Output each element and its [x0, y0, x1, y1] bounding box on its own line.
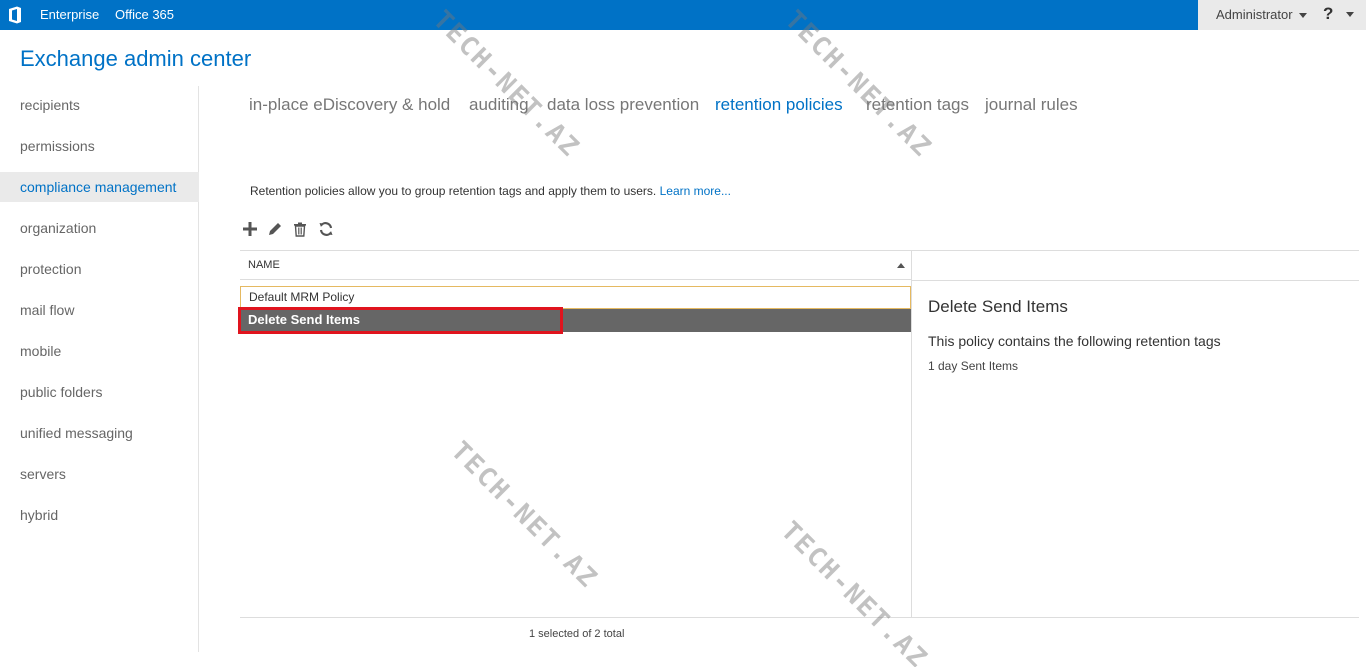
tab-journal-rules[interactable]: journal rules	[985, 95, 1078, 115]
nav-item-protection[interactable]: protection	[0, 254, 199, 284]
details-header	[911, 250, 1359, 281]
details-title: Delete Send Items	[928, 297, 1068, 316]
user-menu[interactable]: Administrator	[1216, 7, 1307, 22]
nav-item-recipients[interactable]: recipients	[0, 90, 199, 120]
footer-divider	[240, 617, 1359, 618]
pane-divider	[911, 250, 912, 617]
tab-retention-policies[interactable]: retention policies	[715, 95, 843, 115]
selection-status: 1 selected of 2 total	[529, 628, 625, 640]
enterprise-link[interactable]: Enterprise	[40, 7, 99, 22]
nav-item-public-folders[interactable]: public folders	[0, 377, 199, 407]
list-item[interactable]: Default MRM Policy	[240, 286, 911, 309]
details-retention-tag: 1 day Sent Items	[928, 359, 1019, 373]
nav-item-hybrid[interactable]: hybrid	[0, 500, 199, 530]
description-text: Retention policies allow you to group re…	[250, 184, 657, 198]
chevron-down-icon	[1298, 13, 1307, 19]
nav-item-servers[interactable]: servers	[0, 459, 199, 489]
nav-item-unified-messaging[interactable]: unified messaging	[0, 418, 199, 448]
nav-item-mail-flow[interactable]: mail flow	[0, 295, 199, 325]
help-icon[interactable]: ?	[1323, 4, 1333, 24]
page-description: Retention policies allow you to group re…	[250, 184, 731, 198]
watermark: TECH-NET.AZ	[774, 516, 934, 667]
nav-item-organization[interactable]: organization	[0, 213, 199, 243]
watermark: TECH-NET.AZ	[444, 436, 604, 595]
tab-data-loss-prevention[interactable]: data loss prevention	[547, 95, 699, 115]
sort-ascending-icon[interactable]	[897, 263, 905, 268]
tab-in-place-ediscovery[interactable]: in-place eDiscovery & hold	[249, 95, 450, 115]
nav-item-mobile[interactable]: mobile	[0, 336, 199, 366]
left-nav: recipients permissions compliance manage…	[0, 86, 199, 652]
nav-item-permissions[interactable]: permissions	[0, 131, 199, 161]
nav-item-compliance-management[interactable]: compliance management	[0, 172, 199, 202]
user-name: Administrator	[1216, 7, 1293, 22]
list-header[interactable]: NAME	[240, 250, 911, 280]
details-subtitle: This policy contains the following reten…	[928, 333, 1221, 349]
office-logo-icon[interactable]	[6, 6, 24, 24]
learn-more-link[interactable]: Learn more...	[660, 184, 731, 198]
top-bar: Enterprise Office 365 Administrator ?	[0, 0, 1366, 30]
column-header-name[interactable]: NAME	[248, 259, 280, 271]
add-icon[interactable]	[241, 220, 259, 238]
office365-link[interactable]: Office 365	[115, 7, 174, 22]
chevron-down-icon[interactable]	[1346, 12, 1354, 17]
app-title: Exchange admin center	[20, 46, 252, 71]
edit-icon[interactable]	[266, 220, 284, 238]
delete-icon[interactable]	[291, 220, 309, 238]
refresh-icon[interactable]	[317, 220, 335, 238]
annotation-highlight	[238, 307, 563, 334]
user-area: Administrator ?	[1198, 0, 1366, 30]
